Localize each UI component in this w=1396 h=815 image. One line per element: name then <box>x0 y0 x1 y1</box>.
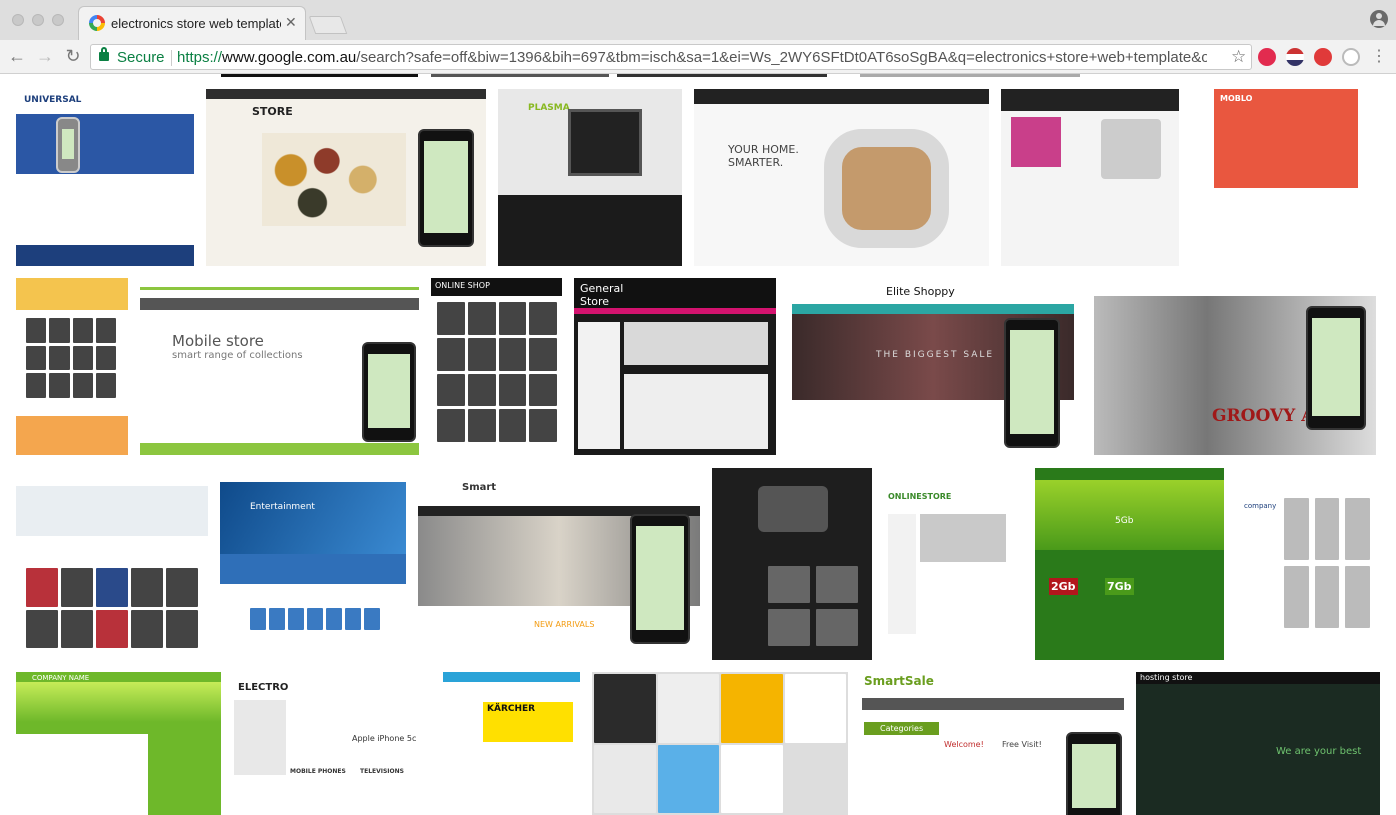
image-result[interactable]: Entertainment <box>220 468 406 660</box>
thumbnail-label: Entertainment <box>250 502 315 512</box>
divider <box>171 50 172 66</box>
thumbnail-label: Smart <box>462 482 497 493</box>
url-host: www.google.com.au <box>222 49 357 66</box>
thumbnail-label: Free Visit! <box>1002 740 1042 749</box>
tab-close-icon[interactable]: ✕ <box>285 14 297 31</box>
bookmark-star-icon[interactable]: ☆ <box>1231 47 1246 67</box>
thumbnail-label: 7Gb <box>1105 578 1134 595</box>
lock-icon <box>99 47 109 61</box>
image-result[interactable] <box>221 74 418 77</box>
close-window-button[interactable] <box>12 14 24 26</box>
image-result[interactable]: STORE <box>206 89 486 266</box>
thumbnail-label: 5Gb <box>1115 516 1134 526</box>
thumbnail-label: General Store <box>580 282 624 308</box>
browser-title-bar: electronics store web template ✕ <box>0 0 1396 40</box>
image-result[interactable]: ONLINE SHOP <box>431 278 562 455</box>
thumbnail-label: THE BIGGEST SALE <box>876 350 995 360</box>
image-result[interactable]: company <box>1236 468 1376 660</box>
security-label: Secure <box>117 49 165 66</box>
image-result[interactable] <box>712 468 872 660</box>
image-result[interactable] <box>617 74 827 77</box>
new-tab-button[interactable] <box>308 16 348 34</box>
thumbnail-label: MOBLO <box>1220 94 1253 103</box>
image-result[interactable] <box>1001 89 1179 266</box>
thumbnail-label: We are your best <box>1276 746 1362 757</box>
thumbnail-label: MOBILE PHONES <box>290 768 346 775</box>
image-result[interactable]: SmartSale Categories Welcome! Free Visit… <box>862 672 1124 815</box>
image-result[interactable]: MOBLO <box>1214 89 1358 266</box>
image-result[interactable]: Smart NEW ARRIVALS <box>418 468 700 660</box>
thumbnail-label: Categories <box>864 722 940 735</box>
maximize-window-button[interactable] <box>52 14 64 26</box>
back-arrow-icon[interactable]: ← <box>6 46 28 67</box>
menu-icon[interactable]: ⋮ <box>1368 46 1390 66</box>
thumbnail-label: Apple iPhone 5c <box>352 734 417 743</box>
image-results-grid: UNIVERSAL STORE PLASMA YOUR HOME. SMARTE… <box>0 74 1396 815</box>
image-result[interactable]: Mobile store smart range of collections <box>140 278 419 455</box>
thumbnail-label: SmartSale <box>864 674 934 688</box>
thumbnail-label: smart range of collections <box>172 350 303 361</box>
thumbnail-label: GROOVY A <box>1212 406 1315 426</box>
browser-toolbar: ← → ↻ Secure https://www.google.com.au/s… <box>0 40 1396 74</box>
flag-extension-icon[interactable] <box>1286 48 1304 66</box>
thumbnail-label: UNIVERSAL <box>24 95 82 105</box>
reload-icon[interactable]: ↻ <box>62 46 84 67</box>
google-favicon-icon <box>89 15 105 31</box>
image-result[interactable]: 5Gb 2Gb 7Gb <box>1035 468 1224 660</box>
address-bar[interactable]: Secure https://www.google.com.au/search?… <box>90 44 1252 70</box>
pinterest-extension-icon[interactable] <box>1258 48 1276 66</box>
thumbnail-label: ELECTRO <box>238 682 289 693</box>
forward-arrow-icon[interactable]: → <box>34 46 56 67</box>
image-result[interactable]: ONLINESTORE <box>884 468 1022 660</box>
minimize-window-button[interactable] <box>32 14 44 26</box>
thumbnail-label: ONLINESTORE <box>888 492 952 501</box>
image-result[interactable] <box>16 468 208 660</box>
thumbnail-label: 2Gb <box>1049 578 1078 595</box>
thumbnail-label: hosting store <box>1140 673 1193 682</box>
thumbnail-label: PLASMA <box>528 103 570 113</box>
thumbnail-label: STORE <box>252 105 293 118</box>
thumbnail-label: TELEVISIONS <box>360 768 404 775</box>
thumbnail-label: Mobile store <box>172 332 264 350</box>
image-result[interactable]: hosting store We are your best <box>1136 672 1380 815</box>
browser-tab[interactable]: electronics store web template ✕ <box>78 6 306 40</box>
image-result[interactable] <box>860 74 1080 77</box>
image-result[interactable]: UNIVERSAL <box>16 89 194 266</box>
tab-title: electronics store web template <box>111 16 281 31</box>
red-extension-icon[interactable] <box>1314 48 1332 66</box>
thumbnail-label: YOUR HOME. SMARTER. <box>728 143 799 169</box>
thumbnail-label: company <box>1244 502 1277 510</box>
thumbnail-label: Elite Shoppy <box>886 285 955 298</box>
image-result[interactable]: YOUR HOME. SMARTER. <box>694 89 989 266</box>
thumbnail-label: COMPANY NAME <box>32 674 90 682</box>
image-result[interactable]: ELECTRO Apple iPhone 5c MOBILE PHONES TE… <box>234 672 432 815</box>
url-scheme: https:// <box>177 49 223 66</box>
image-result[interactable]: KÄRCHER <box>443 672 580 815</box>
url-text[interactable]: https://www.google.com.au/search?safe=of… <box>177 49 1207 66</box>
image-result[interactable] <box>16 278 128 455</box>
url-path: /search?safe=off&biw=1396&bih=697&tbm=is… <box>356 49 1207 66</box>
image-result[interactable] <box>431 74 609 77</box>
image-result[interactable]: General Store <box>574 278 776 455</box>
thumbnail-label: NEW ARRIVALS <box>534 620 595 629</box>
circle-extension-icon[interactable] <box>1342 48 1360 66</box>
image-result[interactable]: Elite Shoppy THE BIGGEST SALE <box>792 278 1074 455</box>
profile-icon[interactable] <box>1370 10 1388 28</box>
image-result[interactable]: PLASMA <box>498 89 682 266</box>
thumbnail-label: ONLINE SHOP <box>435 281 490 290</box>
image-result[interactable]: COMPANY NAME <box>16 672 221 815</box>
image-result[interactable]: GROOVY A <box>1094 278 1376 455</box>
image-result[interactable] <box>592 672 848 815</box>
thumbnail-label: KÄRCHER <box>487 704 536 714</box>
thumbnail-label: Welcome! <box>944 740 984 749</box>
